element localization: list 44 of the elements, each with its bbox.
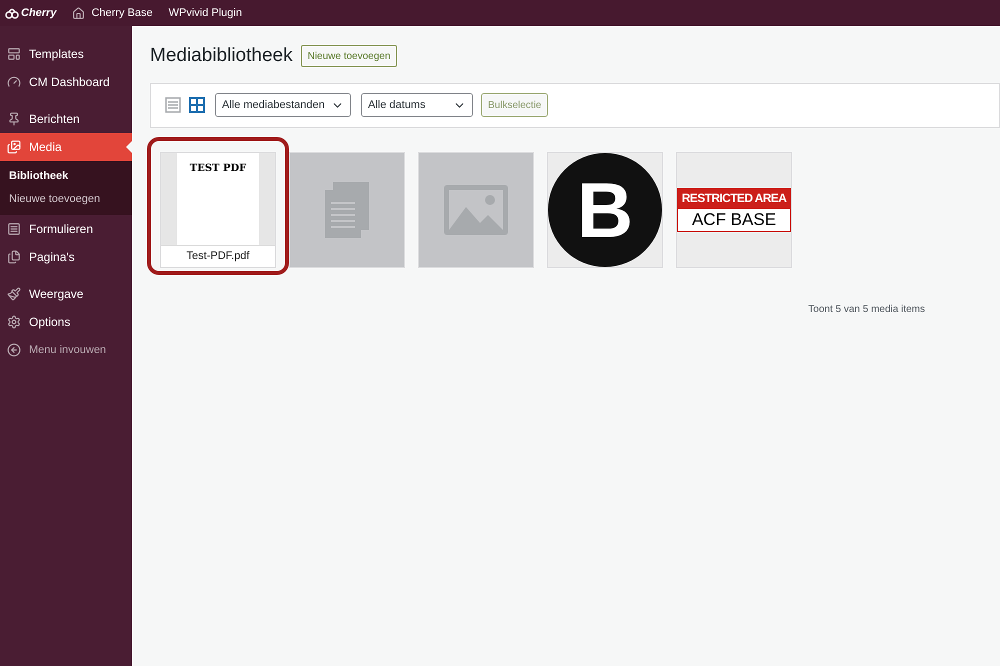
- filter-dropdown[interactable]: Alle datums: [361, 93, 473, 117]
- list-view-icon[interactable]: [165, 97, 181, 113]
- home-icon: [72, 6, 86, 20]
- media-thumbnail[interactable]: RESTRICTED AREA ACF BASE: [676, 152, 792, 268]
- gauge-icon: [7, 75, 21, 89]
- filter-dropdown[interactable]: Alle mediabestanden: [215, 93, 351, 117]
- grid-view-icon[interactable]: [189, 97, 205, 113]
- active-pointer: [126, 141, 132, 153]
- media-count-text: Toont 5 van 5 media items: [808, 302, 925, 316]
- sidebar-item[interactable]: Berichten: [0, 105, 132, 133]
- sidebar-item[interactable]: Formulieren: [0, 215, 132, 243]
- media-thumbnail[interactable]: [418, 152, 534, 268]
- site-logo[interactable]: Cherry: [5, 4, 56, 22]
- collapse-icon: [7, 343, 21, 357]
- banner-bottom-text: ACF BASE: [692, 208, 776, 230]
- sidebar-item[interactable]: Options: [0, 308, 132, 336]
- top-bar-link[interactable]: Cherry Base: [72, 4, 153, 22]
- sidebar-item[interactable]: Menu invouwen: [0, 336, 132, 364]
- sidebar-item[interactable]: Templates: [0, 40, 132, 68]
- banner-top-text: RESTRICTED AREA: [682, 190, 786, 206]
- file-name: Test-PDF.pdf: [186, 248, 250, 264]
- sidebar-item[interactable]: Pagina's: [0, 243, 132, 271]
- top-bar-link[interactable]: WPvivid Plugin: [168, 4, 242, 22]
- pin-icon: [7, 112, 21, 126]
- sidebar-item[interactable]: CM Dashboard: [0, 68, 132, 96]
- pages-icon: [7, 250, 21, 264]
- sidebar-item[interactable]: Media: [0, 133, 132, 161]
- submenu-item[interactable]: Nieuwe toevoegen: [0, 188, 132, 211]
- settings-icon: [7, 315, 21, 329]
- images-icon: [7, 140, 21, 154]
- sidebar-item[interactable]: Weergave: [0, 280, 132, 308]
- form-icon: [7, 222, 21, 236]
- media-thumbnail[interactable]: TEST PDF Test-PDF.pdf: [160, 152, 276, 268]
- logo-letter: B: [576, 170, 634, 248]
- submenu-item[interactable]: Bibliotheek: [0, 165, 132, 188]
- brush-icon: [7, 287, 21, 301]
- add-new-button[interactable]: Nieuwe toevoegen: [300, 45, 398, 68]
- media-thumbnail[interactable]: [289, 152, 405, 268]
- media-thumbnail[interactable]: B: [547, 152, 663, 268]
- document-icon: [323, 180, 371, 240]
- image-icon: [444, 184, 508, 234]
- page-title: Mediabibliotheek: [150, 44, 293, 68]
- cherry-icon: [5, 7, 19, 19]
- pdf-preview-text: TEST PDF: [190, 162, 246, 176]
